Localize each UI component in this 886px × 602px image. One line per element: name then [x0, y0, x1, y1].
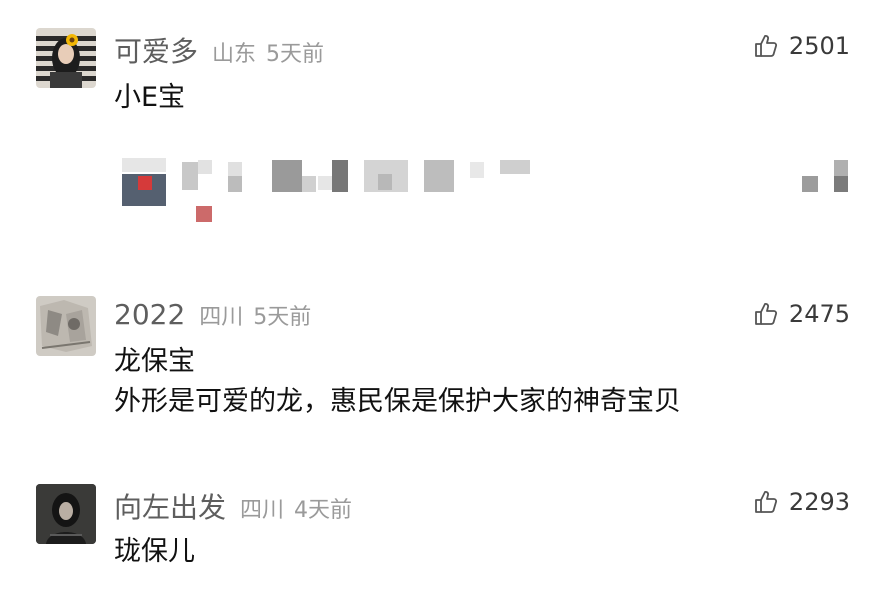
like-count: 2293: [788, 488, 850, 516]
comment-line: 龙保宝: [114, 346, 195, 377]
like-button[interactable]: 2475: [753, 300, 850, 328]
comment-text: 龙保宝 外形是可爱的龙，惠民保是保护大家的神奇宝贝: [114, 342, 681, 422]
avatar[interactable]: [36, 296, 96, 356]
like-count: 2475: [788, 300, 850, 328]
comment-meta: 向左出发 四川 4天前: [114, 486, 352, 526]
comment-item: 2022 四川 5天前 2475 龙保宝 外形是可爱的龙，惠民保是保护大家的神奇…: [0, 290, 886, 470]
comment-item: 可爱多 山东 5天前 2501 小E宝: [0, 0, 886, 290]
comment-meta: 2022 四川 5天前: [114, 298, 311, 331]
timestamp: 5天前: [253, 305, 312, 330]
username[interactable]: 向左出发: [114, 486, 226, 526]
thumbs-up-icon: [755, 491, 777, 513]
location-label: 四川: [240, 498, 285, 523]
username[interactable]: 2022: [114, 298, 185, 331]
avatar[interactable]: [36, 484, 96, 544]
like-button[interactable]: 2293: [753, 488, 850, 516]
comment-item: 向左出发 四川 4天前 2293 珑保儿: [0, 470, 886, 602]
timestamp: 4天前: [294, 498, 353, 523]
location-label: 四川: [199, 305, 244, 330]
comment-text: 珑保儿: [114, 532, 195, 572]
thumbs-up-icon: [755, 303, 777, 325]
comment-line: 珑保儿: [114, 536, 195, 567]
comment-line: 外形是可爱的龙，惠民保是保护大家的神奇宝贝: [114, 386, 681, 417]
redacted-content: [0, 0, 886, 290]
